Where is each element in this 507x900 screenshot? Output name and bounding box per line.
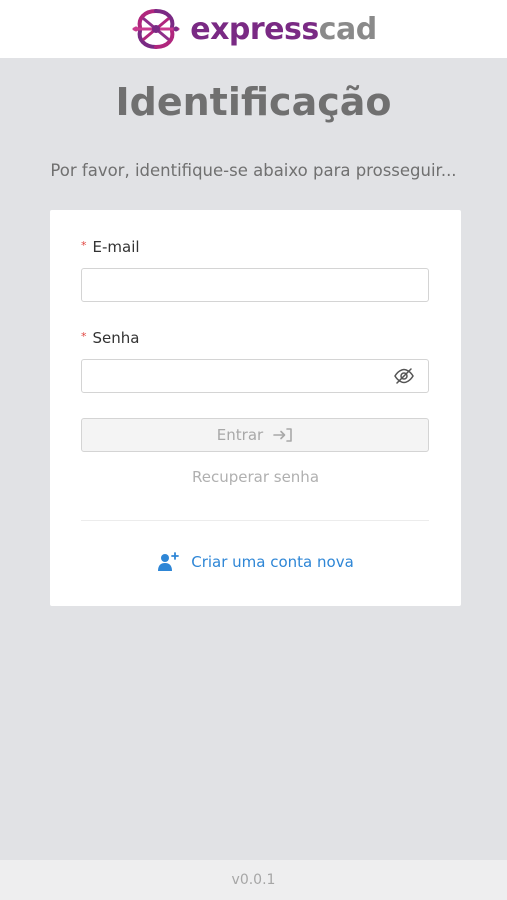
password-field[interactable] [81, 359, 429, 393]
brand-logo: expresscad [130, 7, 377, 51]
email-label-text: E-mail [92, 238, 140, 256]
expresscad-logo-icon [132, 9, 180, 49]
recover-password-link[interactable]: Recuperar senha [50, 468, 461, 486]
brand-name: expresscad [190, 12, 377, 47]
password-label: * Senha [81, 329, 139, 347]
password-label-text: Senha [92, 329, 140, 347]
brand-name-primary: express [190, 11, 319, 47]
divider [81, 520, 429, 521]
app-footer: v0.0.1 [0, 860, 507, 900]
page-title: Identificação [115, 80, 392, 124]
email-label: * E-mail [81, 238, 140, 256]
login-button-label: Entrar [216, 426, 264, 444]
create-account-link[interactable]: Criar uma conta nova [50, 552, 461, 572]
create-account-label: Criar uma conta nova [191, 553, 354, 571]
email-field[interactable] [81, 268, 429, 302]
brand-name-secondary: cad [318, 11, 378, 47]
version-label: v0.0.1 [231, 872, 276, 888]
login-button[interactable]: Entrar [81, 418, 429, 452]
user-add-icon [158, 552, 180, 571]
required-marker: * [81, 239, 87, 252]
page-subtitle: Por favor, identifique-se abaixo para pr… [50, 161, 457, 180]
login-arrow-icon [273, 428, 293, 442]
login-card: * E-mail * Senha Entrar Recuperar senha Cr… [50, 210, 461, 606]
eye-off-icon[interactable] [394, 367, 414, 385]
app-header: expresscad [0, 0, 507, 58]
required-marker: * [81, 330, 87, 343]
